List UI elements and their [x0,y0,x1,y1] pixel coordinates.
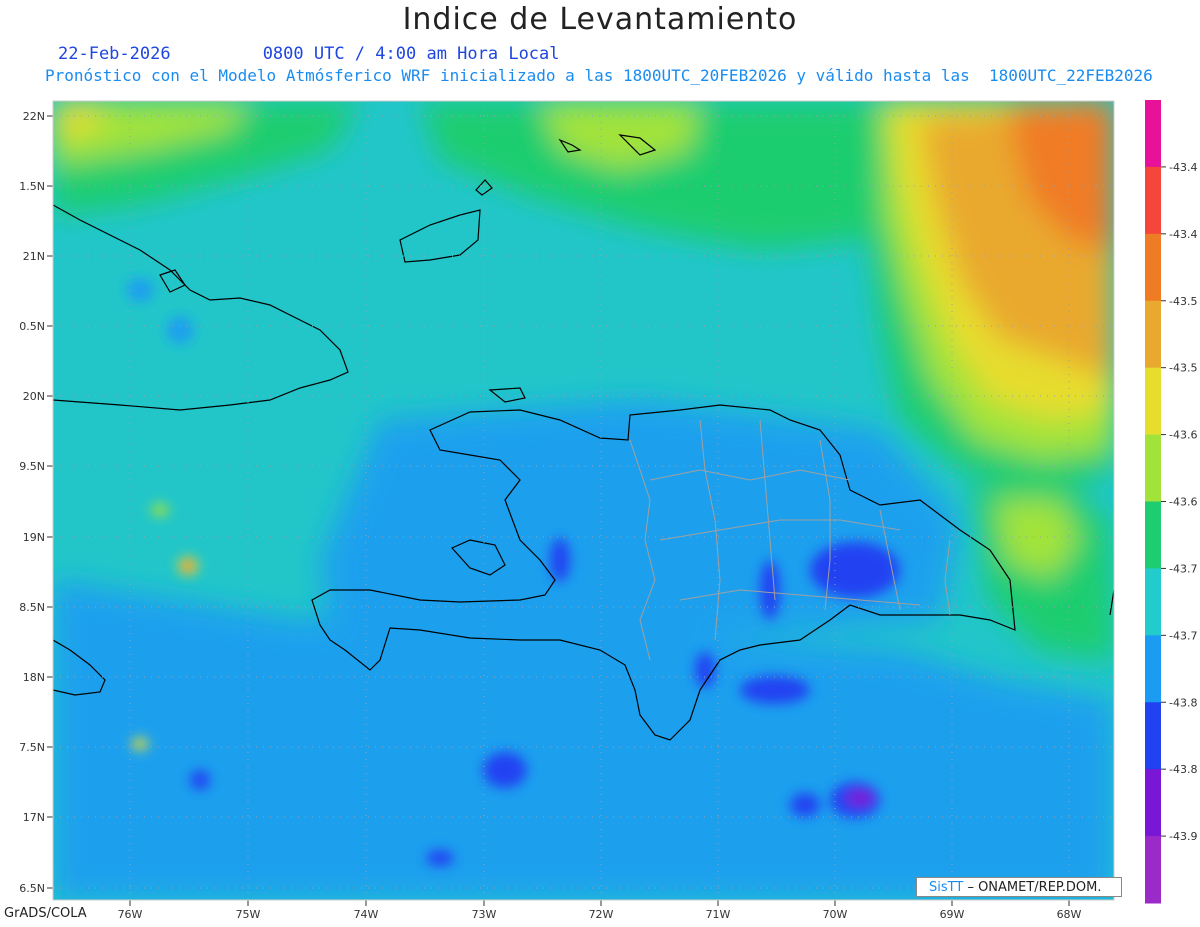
lon-label: 68W [1057,908,1082,921]
lon-label: 69W [940,908,965,921]
software-credit: GrADS/COLA [4,906,87,921]
map-title: Indice de Levantamiento [402,2,798,37]
colorbar: -43.4 -43.4 -43.5 -43.5 -43.6 -43.6 -43.7 -43.7… [1145,100,1197,904]
credit-text: – ONAMET/REP.DOM. [967,880,1102,895]
colorbar-swatch [1145,501,1161,569]
colorbar-label: -43.7 [1169,629,1197,642]
lon-label: 75W [236,908,261,921]
colorbar-label: -43.8 [1169,696,1197,709]
brand-logo: SisTT [929,880,964,895]
lat-label: 21N [23,250,45,263]
colorbar-swatch [1145,836,1161,904]
lon-label: 70W [823,908,848,921]
lat-label: 8.5N [19,601,45,614]
lon-label: 74W [354,908,379,921]
lifted-index-field [53,101,1114,900]
colorbar-swatch [1145,100,1161,168]
colorbar-swatch [1145,702,1161,770]
model-run-info: Pronóstico con el Modelo Atmósferico WRF… [45,66,1153,85]
lat-label: 6.5N [19,882,45,895]
colorbar-label: -43.5 [1169,362,1197,375]
lat-label: 1.5N [19,180,45,193]
colorbar-swatch [1145,166,1161,235]
colorbar-label: -43.4 [1169,228,1197,241]
colorbar-label: -43.6 [1169,429,1197,442]
colorbar-swatch [1145,434,1161,502]
colorbar-label: -43.8 [1169,763,1197,776]
colorbar-label: -43.5 [1169,295,1197,308]
colorbar-label: -43.6 [1169,496,1197,509]
colorbar-swatch [1145,367,1161,436]
lat-label: 0.5N [19,320,45,333]
credit-box: SisTT – ONAMET/REP.DOM. [916,877,1122,897]
colorbar-swatch [1145,635,1161,703]
colorbar-swatch [1145,233,1161,302]
lat-axis: 22N 1.5N 21N 0.5N 20N 9.5N 19N 8.5N 18N … [19,110,45,895]
forecast-map: 22N 1.5N 21N 0.5N 20N 9.5N 19N 8.5N 18N … [19,100,1197,921]
lon-label: 71W [706,908,731,921]
lat-label: 20N [23,390,45,403]
colorbar-swatch [1145,769,1161,837]
lat-label: 19N [23,531,45,544]
lat-label: 18N [23,671,45,684]
colorbar-label: -43.7 [1169,562,1197,575]
lon-axis: 76W 75W 74W 73W 72W 71W 70W 69W 68W [118,908,1082,921]
lat-label: 7.5N [19,741,45,754]
colorbar-label: -43.9 [1169,830,1197,843]
lon-label: 76W [118,908,143,921]
valid-time: 22-Feb-2026 0800 UTC / 4:00 am Hora Loca… [58,44,560,64]
lat-label: 22N [23,110,45,123]
colorbar-swatch [1145,568,1161,636]
colorbar-swatch [1145,300,1161,369]
lon-label: 73W [472,908,497,921]
lon-label: 72W [589,908,614,921]
lat-label: 9.5N [19,460,45,473]
lat-label: 17N [23,811,45,824]
colorbar-label: -43.4 [1169,161,1197,174]
